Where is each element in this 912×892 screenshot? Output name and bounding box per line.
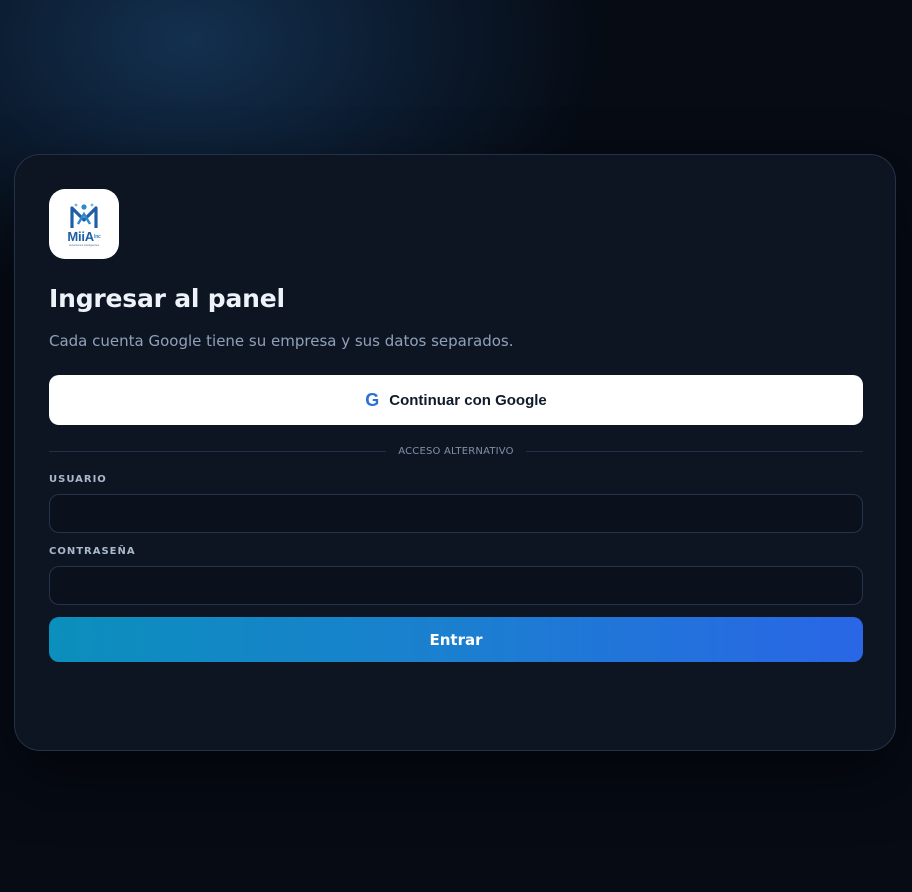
divider-text: ACCESO ALTERNATIVO [398, 446, 514, 457]
page-title: Ingresar al panel [49, 284, 285, 313]
page-subtitle: Cada cuenta Google tiene su empresa y su… [49, 332, 514, 350]
password-label: CONTRASEÑA [49, 546, 136, 557]
logo-mark-icon [70, 203, 98, 228]
google-icon: G [365, 390, 380, 410]
continue-with-google-button[interactable]: G Continuar con Google [49, 375, 863, 425]
divider-line-left [49, 451, 387, 452]
alternative-access-divider: ACCESO ALTERNATIVO [49, 446, 863, 457]
miia-logo-icon: MiiAInc soluciones inteligentes [49, 189, 119, 259]
divider-line-right [525, 451, 863, 452]
username-input[interactable] [49, 494, 863, 533]
password-input[interactable] [49, 566, 863, 605]
username-label: USUARIO [49, 474, 107, 485]
logo-wordmark: MiiAInc [67, 228, 101, 244]
logo-tagline: soluciones inteligentes [68, 242, 100, 247]
login-card: MiiAInc soluciones inteligentes Ingresar… [14, 154, 896, 751]
submit-button[interactable]: Entrar [49, 617, 863, 662]
google-button-label: Continuar con Google [389, 391, 547, 409]
